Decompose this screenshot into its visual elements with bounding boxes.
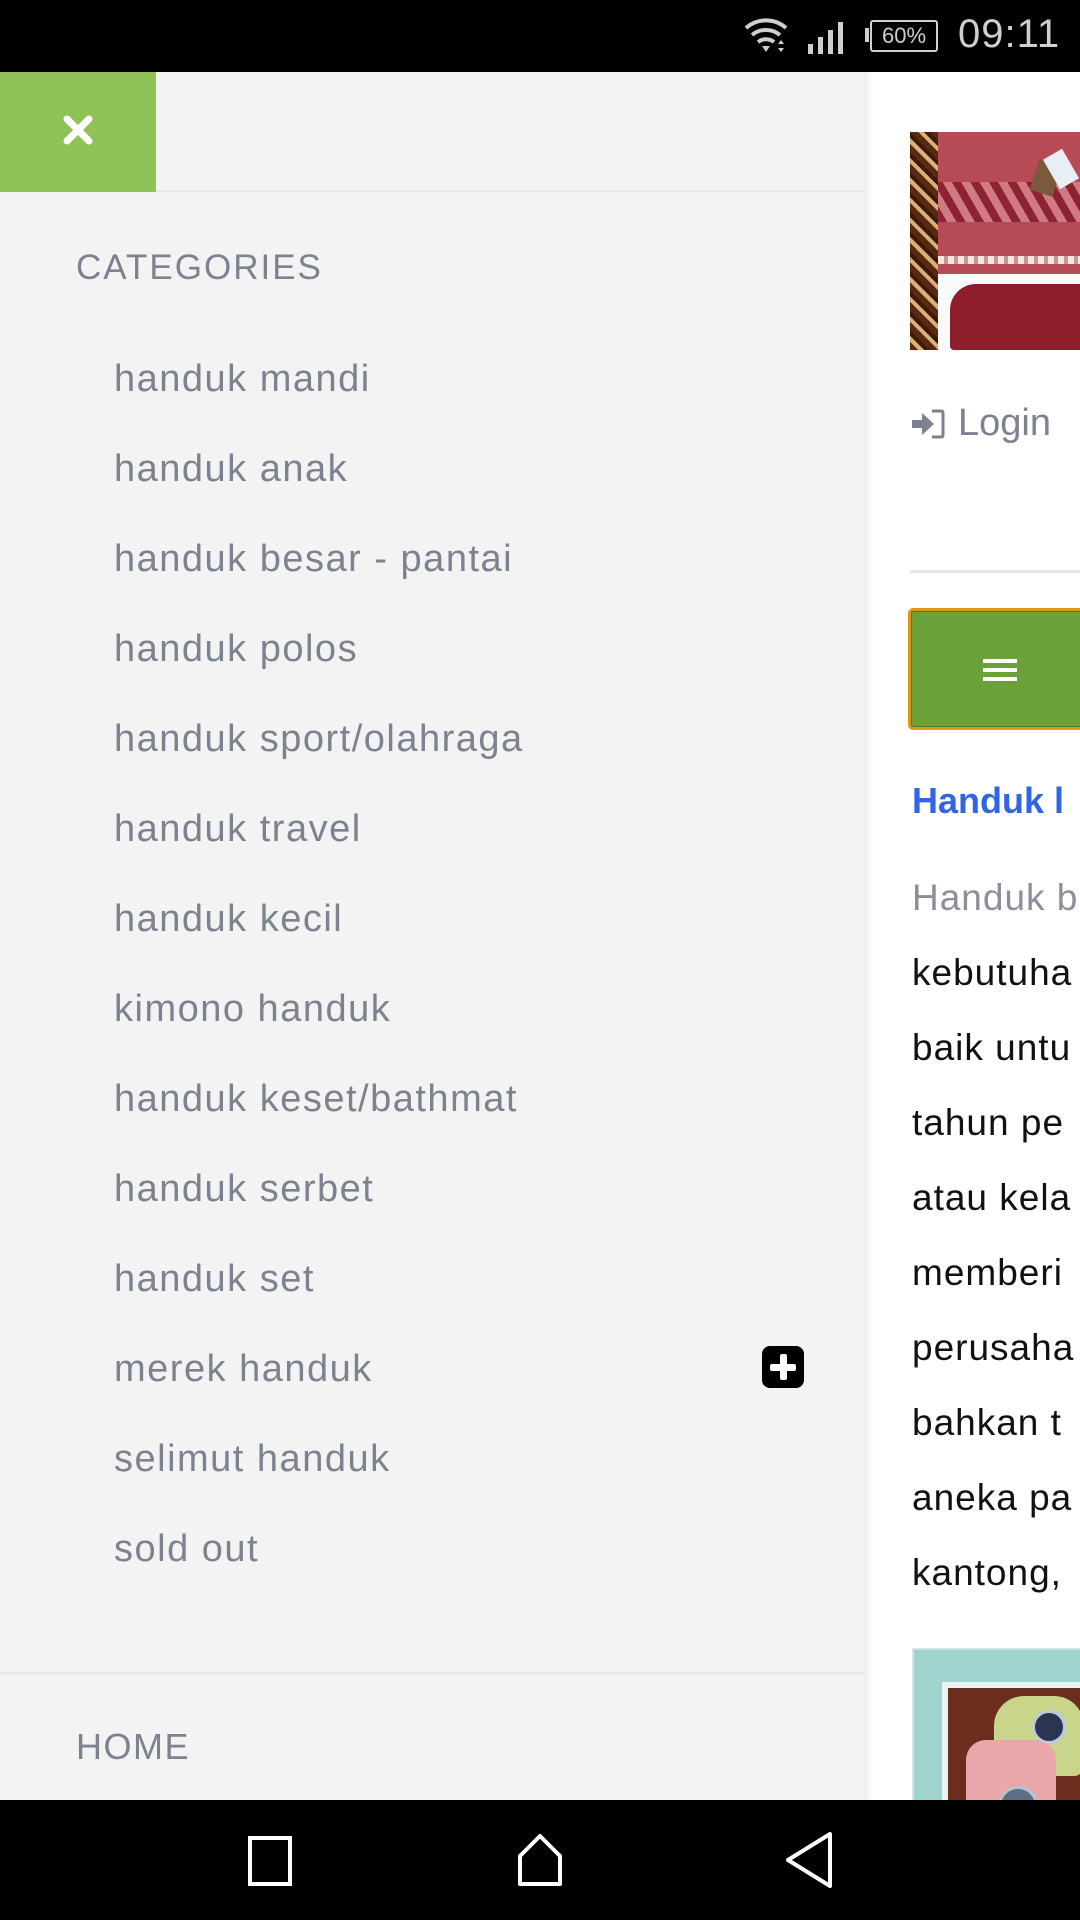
drawer-divider [0, 1672, 864, 1675]
article-line: atau kela [912, 1177, 1072, 1218]
system-nav-bar [0, 1800, 1080, 1920]
category-label[interactable]: kimono handuk [114, 964, 391, 1054]
expand-plus-icon[interactable] [762, 1346, 804, 1388]
category-label[interactable]: selimut handuk [114, 1414, 391, 1504]
article-line: kantong, [912, 1552, 1062, 1593]
category-label[interactable]: handuk sport/olahraga [114, 694, 524, 784]
close-icon [63, 115, 93, 145]
hamburger-icon [983, 659, 1017, 683]
article-line: memberi [912, 1252, 1063, 1293]
category-label[interactable]: handuk kecil [114, 874, 343, 964]
drawer-shadow [864, 72, 874, 1800]
product-image[interactable] [912, 1648, 1080, 1800]
battery-nub [865, 28, 869, 42]
status-bar: 60% 09:11 [0, 0, 1080, 72]
article-body: Handuk b kebutuha baik untu tahun pe ata… [912, 860, 1080, 1610]
category-item[interactable]: sold out [0, 1528, 864, 1632]
wifi-icon [744, 18, 788, 52]
article-heading[interactable]: Handuk l [912, 780, 1064, 822]
clock: 09:11 [958, 12, 1061, 56]
article-line: tahun pe [912, 1102, 1065, 1143]
categories-heading: CATEGORIES [76, 248, 323, 287]
category-label[interactable]: merek handuk [114, 1324, 373, 1414]
category-label[interactable]: handuk besar - pantai [114, 514, 513, 604]
article-line: aneka pa [912, 1477, 1073, 1518]
navigation-drawer: CATEGORIES handuk mandi handuk anak hand… [0, 72, 864, 1800]
cellular-signal-icon [808, 22, 843, 54]
category-label[interactable]: handuk set [114, 1234, 315, 1324]
category-label[interactable]: sold out [114, 1504, 259, 1594]
drawer-header [0, 72, 864, 192]
category-label[interactable]: handuk mandi [114, 334, 371, 424]
login-link[interactable]: Login [910, 402, 1051, 445]
divider [910, 570, 1080, 573]
home-link[interactable]: HOME [76, 1726, 190, 1768]
category-label[interactable]: handuk polos [114, 604, 358, 694]
back-icon[interactable] [780, 1830, 840, 1890]
site-logo-image[interactable] [910, 132, 1080, 350]
close-drawer-button[interactable] [0, 72, 156, 192]
sign-in-icon [912, 409, 945, 438]
page-content: Login Handuk l Handuk b kebutuha baik un… [864, 72, 1080, 1800]
category-label[interactable]: handuk travel [114, 784, 362, 874]
home-icon[interactable] [510, 1830, 570, 1890]
article-line: Handuk b [912, 877, 1079, 918]
category-list: handuk mandi handuk anak handuk besar - … [0, 358, 864, 1632]
article-line: perusaha [912, 1327, 1075, 1368]
menu-toggle-button[interactable] [908, 608, 1080, 730]
category-label[interactable]: handuk keset/bathmat [114, 1054, 518, 1144]
article-line: baik untu [912, 1027, 1072, 1068]
login-label: Login [958, 402, 1051, 444]
recent-apps-icon[interactable] [240, 1830, 300, 1890]
article-line: kebutuha [912, 952, 1073, 993]
category-label[interactable]: handuk anak [114, 424, 348, 514]
battery-icon: 60% [870, 20, 938, 52]
article-line: bahkan t [912, 1402, 1062, 1443]
category-label[interactable]: handuk serbet [114, 1144, 374, 1234]
